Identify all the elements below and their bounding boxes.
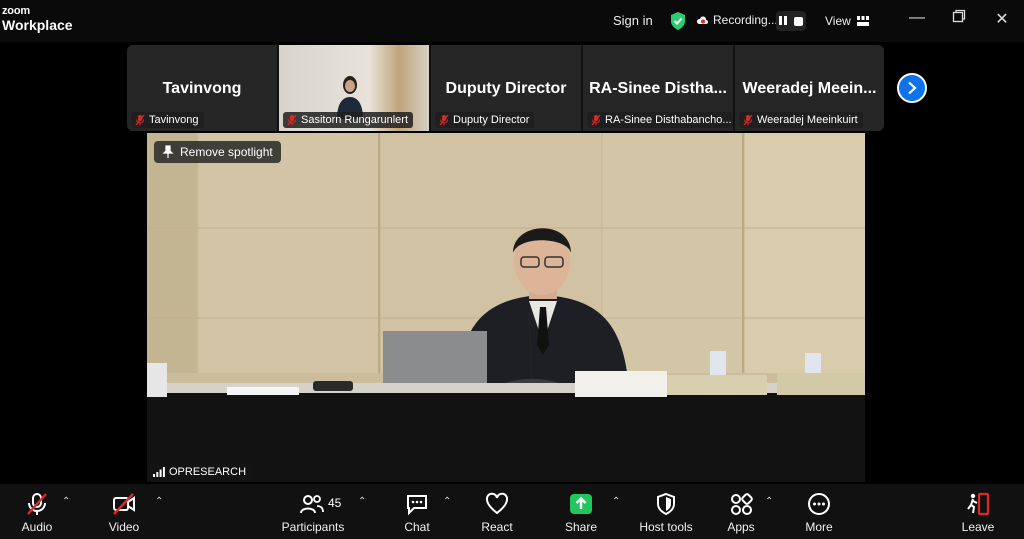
participant-tag-text: RA-Sinee Disthabancho... bbox=[605, 114, 732, 126]
host-tools-button[interactable]: Host tools bbox=[634, 484, 698, 539]
participant-tile[interactable]: Sasitorn Rungarunlert bbox=[279, 45, 431, 131]
participant-gallery-strip: Tavinvong Tavinvong Sasitorn Rungarunler… bbox=[127, 45, 884, 131]
chat-options-chevron-icon[interactable]: ⌃ bbox=[443, 496, 451, 507]
chat-icon bbox=[407, 495, 427, 516]
logo-zoom-text: zoom bbox=[2, 5, 30, 17]
video-label: Video bbox=[108, 520, 140, 534]
chat-button[interactable]: Chat bbox=[392, 484, 442, 539]
restore-window-icon[interactable] bbox=[947, 9, 971, 28]
chat-label: Chat bbox=[404, 520, 430, 534]
share-screen-icon bbox=[570, 494, 592, 514]
mic-muted-icon bbox=[743, 114, 753, 126]
shield-icon bbox=[657, 492, 675, 516]
participants-button[interactable]: 45 Participants bbox=[278, 484, 348, 539]
recording-label: Recording... bbox=[713, 13, 778, 27]
mic-muted-icon bbox=[135, 114, 145, 126]
chevron-right-icon bbox=[908, 81, 917, 95]
speaker-name-text: OPRESEARCH bbox=[169, 466, 247, 478]
stop-recording-icon[interactable] bbox=[794, 16, 803, 26]
video-options-chevron-icon[interactable]: ⌃ bbox=[155, 496, 163, 507]
participant-tile[interactable]: Weeradej Meein... Weeradej Meeinkuirt bbox=[735, 45, 884, 131]
participants-options-chevron-icon[interactable]: ⌃ bbox=[358, 496, 366, 507]
speaker-video-frame bbox=[147, 133, 865, 482]
close-window-icon[interactable]: ✕ bbox=[990, 9, 1014, 29]
participant-tile[interactable]: Duputy Director Duputy Director bbox=[431, 45, 583, 131]
participants-label: Participants bbox=[281, 520, 345, 534]
remove-spotlight-label: Remove spotlight bbox=[180, 145, 273, 159]
react-label: React bbox=[481, 520, 513, 534]
leave-button[interactable]: Leave bbox=[953, 484, 1003, 539]
more-button[interactable]: More bbox=[794, 484, 844, 539]
leave-label: Leave bbox=[961, 520, 995, 534]
spotlight-video[interactable] bbox=[147, 133, 865, 482]
remove-spotlight-button[interactable]: Remove spotlight bbox=[154, 141, 281, 163]
react-button[interactable]: React bbox=[472, 484, 522, 539]
participant-name-tag: RA-Sinee Disthabancho... bbox=[587, 112, 733, 128]
participant-tag-text: Tavinvong bbox=[149, 114, 199, 126]
audio-button[interactable]: Audio bbox=[12, 484, 62, 539]
participants-count: 45 bbox=[328, 496, 342, 510]
participant-tag-text: Duputy Director bbox=[453, 114, 530, 126]
participant-tag-text: Sasitorn Rungarunlert bbox=[301, 114, 409, 126]
apps-icon bbox=[731, 493, 753, 515]
next-page-button[interactable] bbox=[897, 73, 927, 103]
share-button[interactable]: Share bbox=[556, 484, 606, 539]
apps-button[interactable]: Apps bbox=[716, 484, 766, 539]
more-label: More bbox=[805, 520, 833, 534]
audio-options-chevron-icon[interactable]: ⌃ bbox=[62, 496, 70, 507]
view-button[interactable]: View bbox=[825, 14, 869, 28]
participant-tile[interactable]: Tavinvong Tavinvong bbox=[127, 45, 279, 131]
cloud-recording-icon bbox=[696, 16, 708, 24]
camera-off-icon bbox=[113, 493, 135, 515]
participant-name-tag: Tavinvong bbox=[131, 112, 204, 128]
minimize-icon[interactable]: — bbox=[905, 9, 929, 27]
participant-display-name: Tavinvong bbox=[162, 80, 242, 97]
share-options-chevron-icon[interactable]: ⌃ bbox=[612, 496, 620, 507]
zoom-workplace-logo: zoom Workplace bbox=[2, 5, 73, 33]
apps-options-chevron-icon[interactable]: ⌃ bbox=[765, 496, 773, 507]
audio-label: Audio bbox=[21, 520, 53, 534]
video-button[interactable]: Video bbox=[99, 484, 149, 539]
recording-indicator[interactable]: Recording... bbox=[696, 13, 778, 27]
mic-muted-icon bbox=[27, 493, 47, 515]
participants-icon bbox=[300, 495, 324, 514]
participant-name-tag: Weeradej Meeinkuirt bbox=[739, 112, 863, 128]
apps-label: Apps bbox=[727, 520, 755, 534]
signal-strength-icon bbox=[153, 467, 165, 477]
recording-controls bbox=[776, 11, 806, 31]
host-tools-label: Host tools bbox=[639, 520, 693, 534]
encryption-shield-icon[interactable] bbox=[669, 11, 687, 31]
participant-display-name: Duputy Director bbox=[445, 80, 567, 97]
participant-name-tag: Duputy Director bbox=[435, 112, 535, 128]
participant-display-name: Weeradej Meein... bbox=[742, 80, 877, 97]
share-label: Share bbox=[564, 520, 598, 534]
pause-recording-icon[interactable] bbox=[779, 12, 789, 30]
leave-meeting-icon bbox=[967, 492, 990, 516]
mic-muted-icon bbox=[439, 114, 449, 126]
speaker-name-tag: OPRESEARCH bbox=[148, 464, 252, 480]
heart-icon bbox=[485, 492, 509, 515]
participant-tag-text: Weeradej Meeinkuirt bbox=[757, 114, 858, 126]
sign-in-link[interactable]: Sign in bbox=[613, 13, 653, 28]
mic-muted-icon bbox=[287, 114, 297, 126]
title-bar: zoom Workplace Sign in Recording... View… bbox=[0, 0, 1024, 42]
more-icon bbox=[808, 493, 830, 515]
pin-icon bbox=[162, 145, 174, 158]
mic-muted-icon bbox=[591, 114, 601, 126]
meeting-toolbar: Audio ⌃ Video ⌃ 45 Participants ⌃ Chat ⌃… bbox=[0, 484, 1024, 539]
participant-display-name: RA-Sinee Distha... bbox=[589, 80, 727, 97]
view-label: View bbox=[825, 14, 851, 28]
participant-tile[interactable]: RA-Sinee Distha... RA-Sinee Disthabancho… bbox=[583, 45, 735, 131]
participant-name-tag: Sasitorn Rungarunlert bbox=[283, 112, 414, 128]
logo-workplace-text: Workplace bbox=[2, 17, 73, 33]
grid-view-icon bbox=[856, 16, 869, 26]
